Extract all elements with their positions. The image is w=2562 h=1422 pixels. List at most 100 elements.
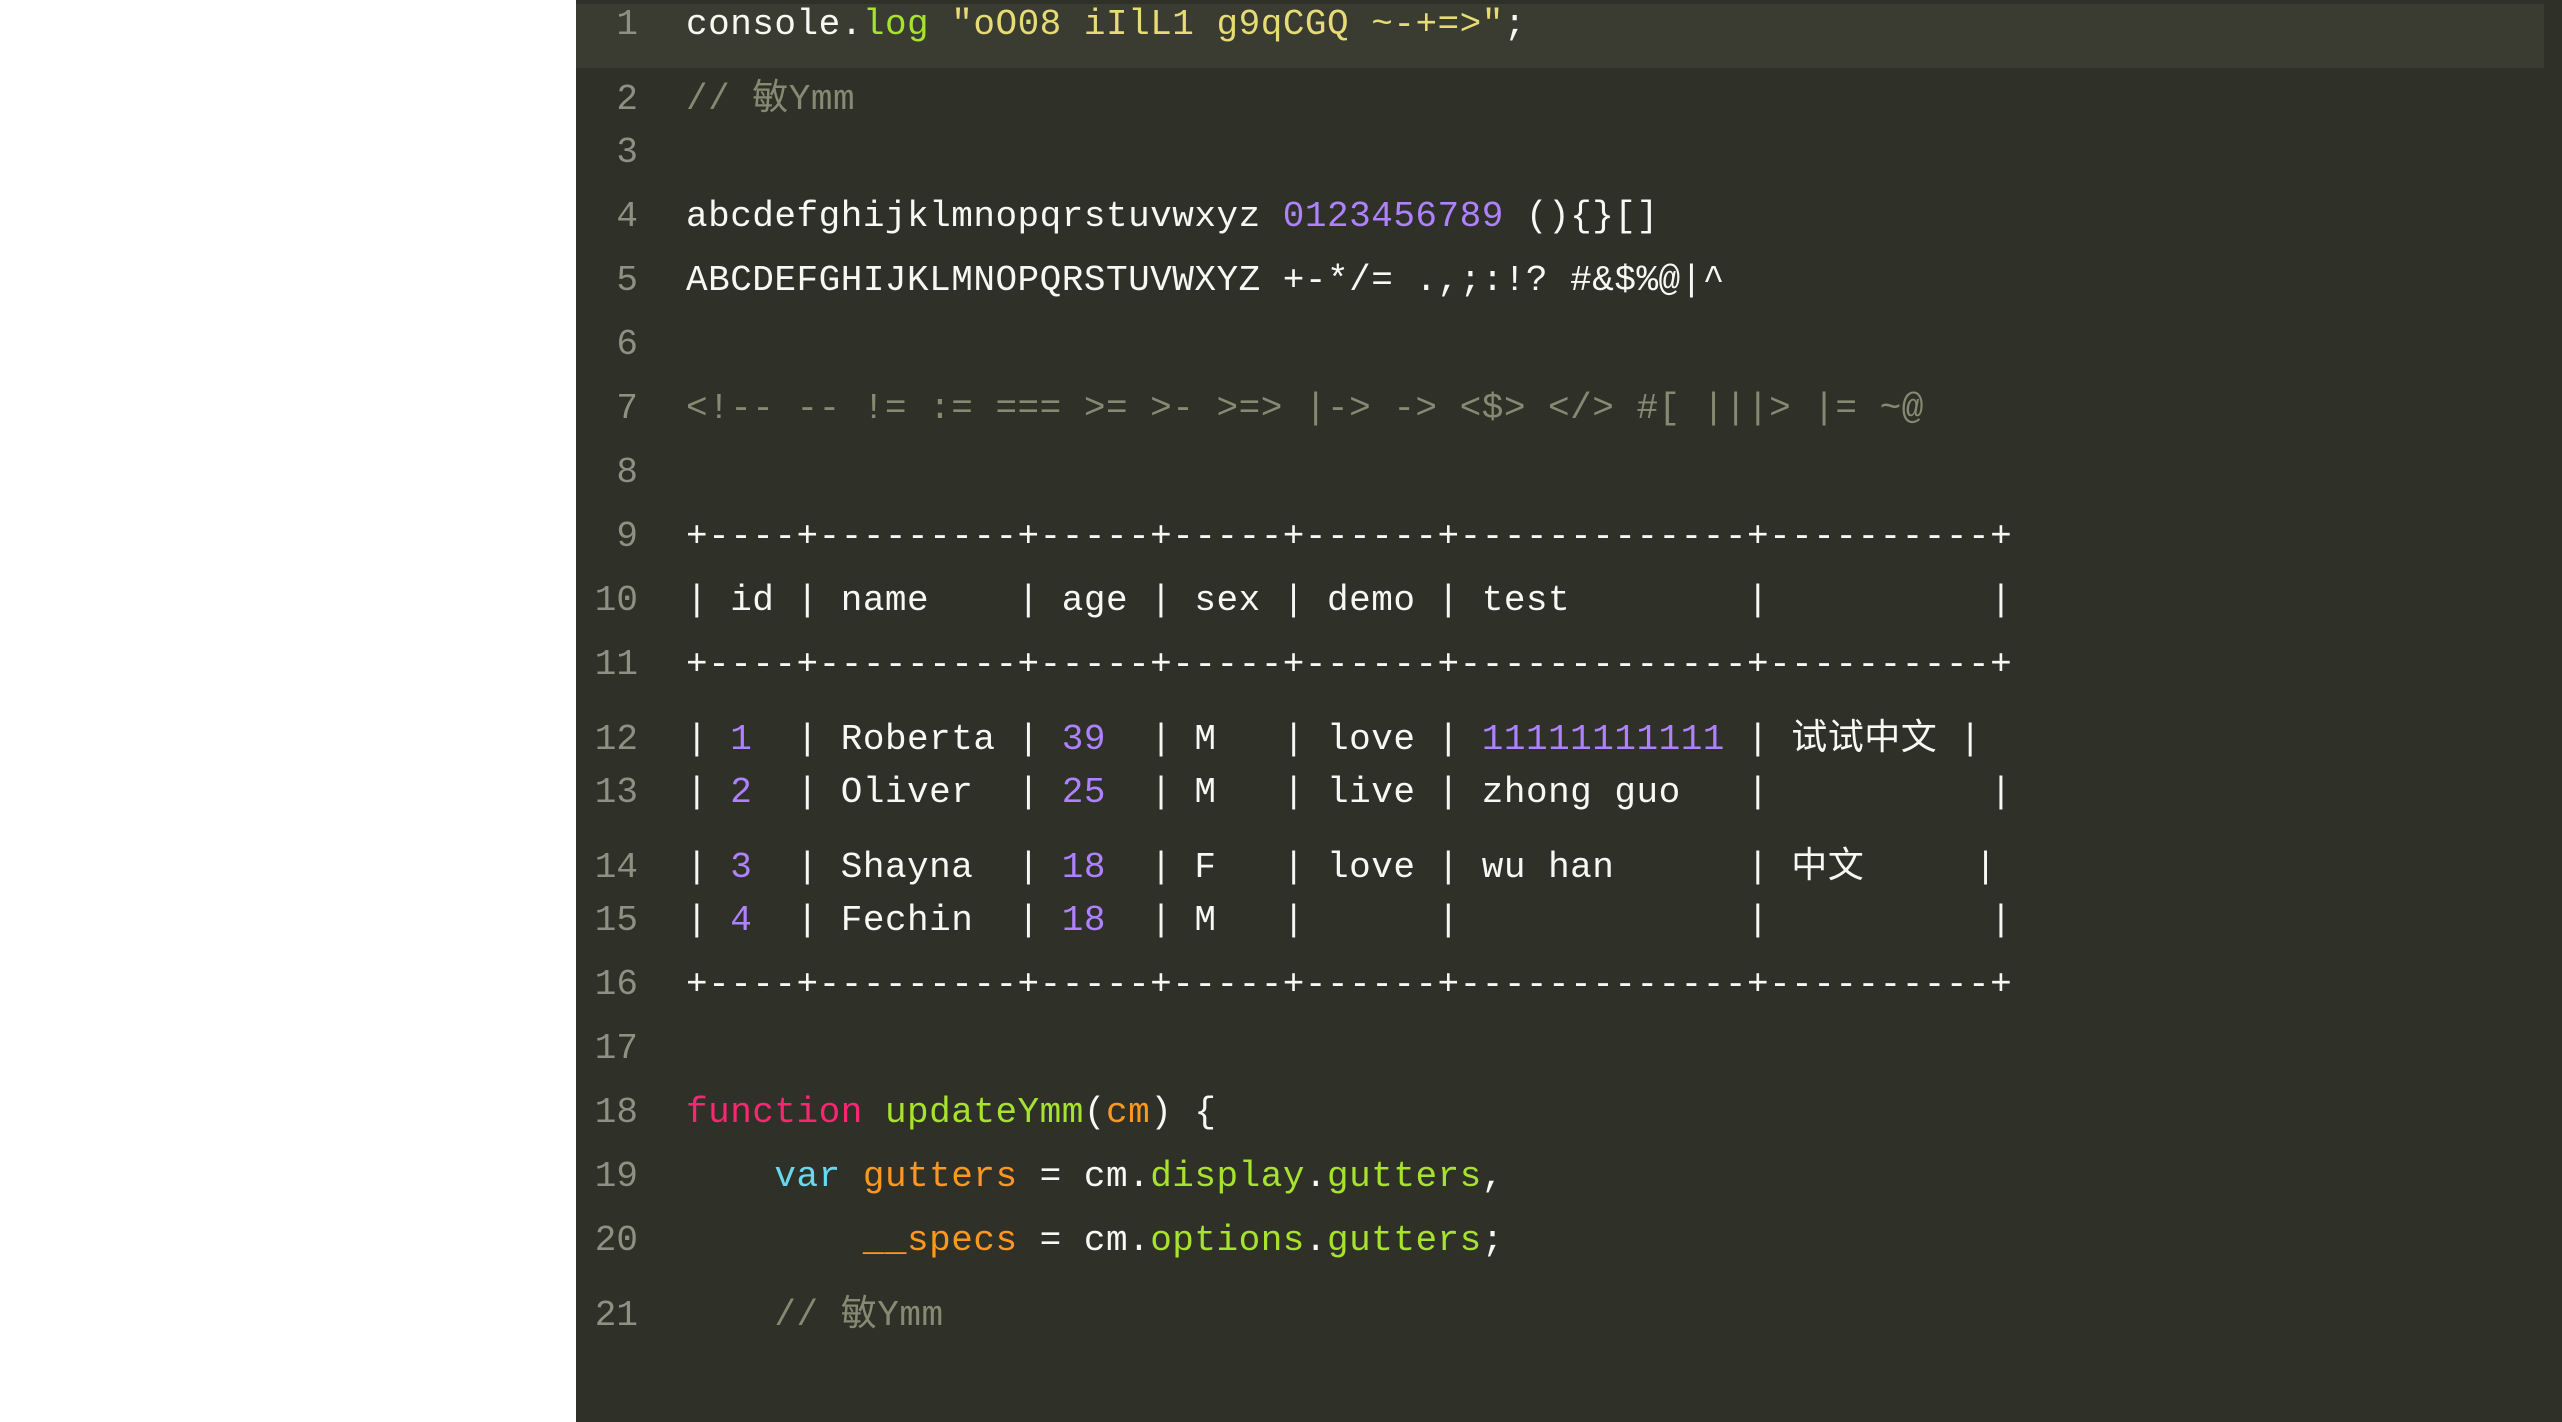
token-string-close: " [1482, 4, 1504, 45]
token-dot: . [1305, 1220, 1327, 1261]
code-line[interactable]: 19 var gutters = cm.display.gutters, [576, 1156, 2562, 1220]
code-lines: 1 console.log "oO08 iIlL1 g9qCGQ ~-+=>";… [576, 0, 2562, 1348]
line-number: 6 [576, 324, 662, 365]
indent [686, 1220, 863, 1261]
code-line[interactable]: 9 +----+---------+-----+-----+------+---… [576, 516, 2562, 580]
table-cell: | [686, 719, 730, 760]
table-cell: | M | | | | [1106, 900, 2012, 941]
token-function-name: updateYmm [885, 1092, 1084, 1133]
token-paren: ) { [1150, 1092, 1216, 1133]
code-line[interactable]: 2 // 敏Ymm [576, 68, 2562, 132]
app-frame: 1 console.log "oO08 iIlL1 g9qCGQ ~-+=>";… [0, 0, 2562, 1422]
line-content[interactable]: +----+---------+-----+-----+------+-----… [662, 516, 2012, 557]
table-cell: | F | love | wu han | 中文 | [1106, 847, 1997, 888]
line-content[interactable]: | 4 | Fechin | 18 | M | | | | [662, 900, 2012, 941]
line-number: 7 [576, 388, 662, 429]
code-line[interactable]: 14 | 3 | Shayna | 18 | F | love | wu han… [576, 836, 2562, 900]
table-cell: | 试试中文 | [1725, 719, 1982, 760]
line-number: 9 [576, 516, 662, 557]
token-space [841, 1156, 863, 1197]
line-content[interactable]: ABCDEFGHIJKLMNOPQRSTUVWXYZ +-*/= .,;:!? … [662, 260, 1725, 301]
code-line[interactable]: 16 +----+---------+-----+-----+------+--… [576, 964, 2562, 1028]
line-content[interactable]: | 2 | Oliver | 25 | M | live | zhong guo… [662, 772, 2012, 813]
token-number: 18 [1062, 900, 1106, 941]
token-text: , [1482, 1156, 1504, 1197]
line-content[interactable]: +----+---------+-----+-----+------+-----… [662, 964, 2012, 1005]
line-number: 4 [576, 196, 662, 237]
code-line[interactable]: 1 console.log "oO08 iIlL1 g9qCGQ ~-+=>"; [576, 4, 2562, 68]
token-property: gutters [1327, 1156, 1482, 1197]
code-line[interactable]: 4 abcdefghijklmnopqrstuvwxyz 0123456789 … [576, 196, 2562, 260]
line-number: 20 [576, 1220, 662, 1261]
token-var: __specs [863, 1220, 1018, 1261]
code-line[interactable]: 8 [576, 452, 2562, 516]
line-number: 5 [576, 260, 662, 301]
code-line[interactable]: 11 +----+---------+-----+-----+------+--… [576, 644, 2562, 708]
code-line[interactable]: 17 [576, 1028, 2562, 1092]
code-line[interactable]: 15 | 4 | Fechin | 18 | M | | | | [576, 900, 2562, 964]
token-number: 3 [730, 847, 752, 888]
code-line[interactable]: 12 | 1 | Roberta | 39 | M | love | 11111… [576, 708, 2562, 772]
line-content[interactable]: function updateYmm(cm) { [662, 1092, 1217, 1133]
token-text: ABCDEFGHIJKLMNOPQRSTUVWXYZ +-*/= .,;:!? … [686, 260, 1725, 301]
token-ligatures: <!-- -- != := === >= >- >=> |-> -> <$> <… [686, 388, 1924, 429]
line-content[interactable]: var gutters = cm.display.gutters, [662, 1156, 1504, 1197]
code-line[interactable]: 7 <!-- -- != := === >= >- >=> |-> -> <$>… [576, 388, 2562, 452]
token-dot: . [1305, 1156, 1327, 1197]
line-content[interactable]: // 敏Ymm [662, 68, 855, 120]
token-var: gutters [863, 1156, 1018, 1197]
token-number: 2 [730, 772, 752, 813]
line-content[interactable]: <!-- -- != := === >= >- >=> |-> -> <$> <… [662, 388, 1924, 429]
line-number: 1 [576, 4, 662, 45]
line-number: 18 [576, 1092, 662, 1133]
token-keyword: function [686, 1092, 863, 1133]
line-number: 10 [576, 580, 662, 621]
line-content[interactable]: // 敏Ymm [662, 1284, 944, 1336]
token-text: = cm. [1018, 1156, 1151, 1197]
table-border: +----+---------+-----+-----+------+-----… [686, 644, 2012, 685]
token-method: log [863, 4, 929, 45]
token-number: 0123456789 [1283, 196, 1504, 237]
table-cell: | [686, 847, 730, 888]
code-line[interactable]: 21 // 敏Ymm [576, 1284, 2562, 1348]
line-number: 13 [576, 772, 662, 813]
token-keyword: var [774, 1156, 840, 1197]
token-number: 1 [730, 719, 752, 760]
token-param: cm [1106, 1092, 1150, 1133]
token-paren: ( [1084, 1092, 1106, 1133]
token-number: 18 [1062, 847, 1106, 888]
table-cell: | Fechin | [752, 900, 1061, 941]
code-line[interactable]: 20 __specs = cm.options.gutters; [576, 1220, 2562, 1284]
line-number: 2 [576, 79, 662, 120]
line-number: 16 [576, 964, 662, 1005]
code-line[interactable]: 5 ABCDEFGHIJKLMNOPQRSTUVWXYZ +-*/= .,;:!… [576, 260, 2562, 324]
token-number: 11111111111 [1482, 719, 1725, 760]
table-cell: | Oliver | [752, 772, 1061, 813]
code-line[interactable]: 13 | 2 | Oliver | 25 | M | live | zhong … [576, 772, 2562, 836]
line-content[interactable]: | 3 | Shayna | 18 | F | love | wu han | … [662, 836, 1997, 888]
token-number: 25 [1062, 772, 1106, 813]
code-editor[interactable]: 1 console.log "oO08 iIlL1 g9qCGQ ~-+=>";… [576, 0, 2562, 1422]
code-line[interactable]: 18 function updateYmm(cm) { [576, 1092, 2562, 1156]
line-content[interactable]: +----+---------+-----+-----+------+-----… [662, 644, 2012, 685]
code-line[interactable]: 6 [576, 324, 2562, 388]
token-comment: // 敏Ymm [774, 1295, 943, 1336]
token-ident: console [686, 4, 841, 45]
indent [686, 1295, 774, 1336]
token-text: (){}[] [1504, 196, 1659, 237]
line-number: 11 [576, 644, 662, 685]
token-comment: // 敏Ymm [686, 79, 855, 120]
token-text: abcdefghijklmnopqrstuvwxyz [686, 196, 1283, 237]
code-line[interactable]: 10 | id | name | age | sex | demo | test… [576, 580, 2562, 644]
line-content[interactable]: abcdefghijklmnopqrstuvwxyz 0123456789 ()… [662, 196, 1659, 237]
code-line[interactable]: 3 [576, 132, 2562, 196]
line-content[interactable]: | id | name | age | sex | demo | test | … [662, 580, 2012, 621]
token-property: display [1150, 1156, 1305, 1197]
line-content[interactable]: | 1 | Roberta | 39 | M | love | 11111111… [662, 708, 1981, 760]
line-number: 15 [576, 900, 662, 941]
line-content[interactable]: console.log "oO08 iIlL1 g9qCGQ ~-+=>"; [662, 4, 1526, 45]
line-content[interactable]: __specs = cm.options.gutters; [662, 1220, 1504, 1261]
table-cell: | M | love | [1106, 719, 1482, 760]
table-cell: | [686, 900, 730, 941]
left-blank-panel [0, 0, 576, 1422]
